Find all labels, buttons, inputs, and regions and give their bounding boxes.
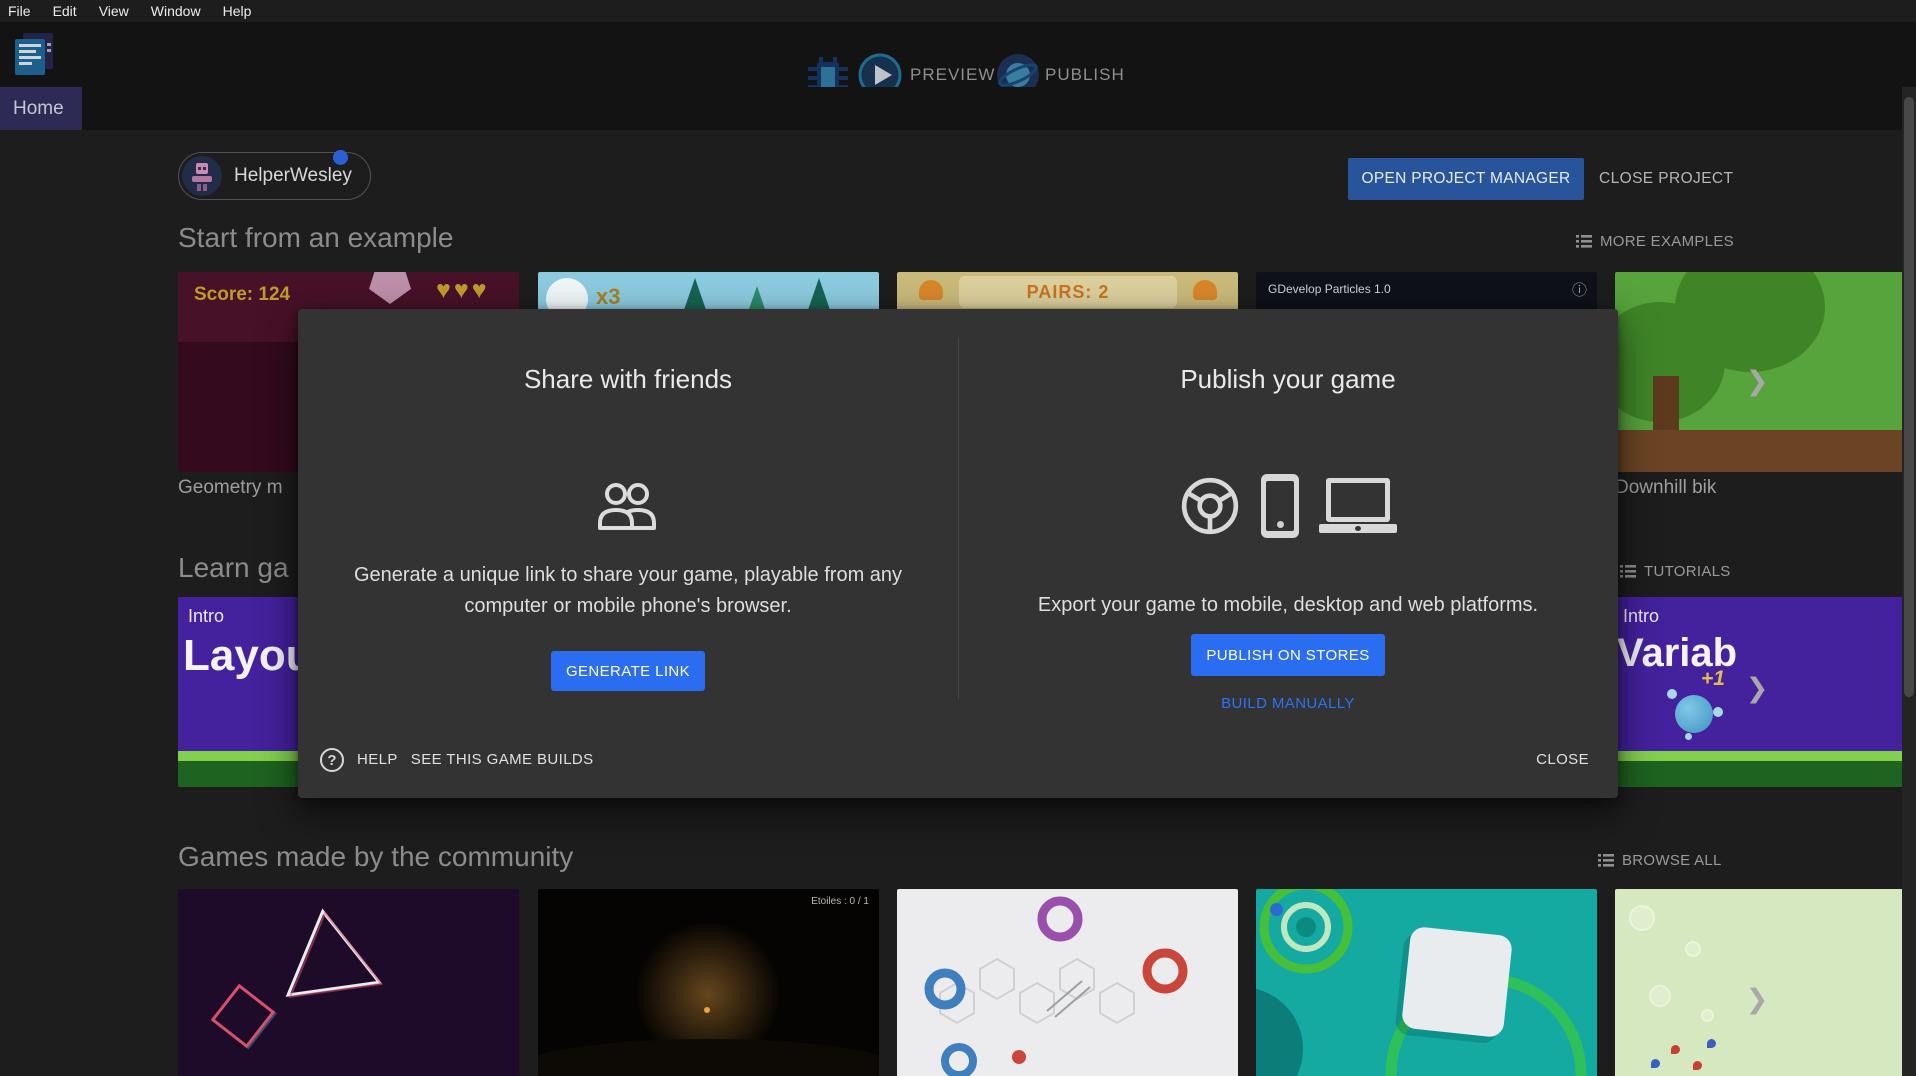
ground-shape (1615, 430, 1916, 472)
neon-shapes (178, 889, 519, 1076)
menu-file[interactable]: File (0, 3, 42, 19)
example-caption: Geometry m (178, 477, 296, 499)
scrollbar-thumb[interactable] (1904, 97, 1914, 697)
tab-home[interactable]: Home (0, 87, 82, 130)
username: HelperWesley (234, 165, 352, 187)
toolbar: PREVIEW PUBLISH (0, 22, 1916, 87)
particles-title: GDevelop Particles 1.0 (1268, 282, 1391, 296)
community-section-title: Games made by the community (178, 841, 573, 873)
hill-silhouette (538, 1039, 879, 1076)
examples-section-title: Start from an example (178, 222, 453, 254)
laptop-icon (1319, 476, 1397, 536)
white-square (1401, 926, 1513, 1038)
fish-sprite (1671, 1045, 1680, 1054)
generate-link-button[interactable]: GENERATE LINK (551, 651, 705, 691)
pentagon-shape (369, 272, 411, 304)
avatar (182, 156, 222, 196)
see-builds-button[interactable]: SEE THIS GAME BUILDS (411, 747, 594, 773)
fish-sprite (1693, 1061, 1702, 1070)
notification-dot (333, 150, 348, 165)
share-column: Share with friends Generate a unique lin… (298, 309, 958, 739)
list-icon (1598, 854, 1614, 867)
community-card-neon[interactable] (178, 889, 519, 1076)
project-manager-icon[interactable] (12, 31, 56, 79)
bubble-shape (1629, 905, 1655, 931)
plus-one-label: +1 (1701, 667, 1725, 691)
learn-section-title: Learn ga (178, 552, 289, 584)
menu-help[interactable]: Help (212, 3, 263, 19)
export-dialog: Share with friends Generate a unique lin… (298, 309, 1618, 798)
smartphone-icon (1261, 474, 1299, 538)
bubble-creature-sprite (1675, 695, 1713, 733)
grass-shape (1615, 751, 1916, 787)
blue-dot (1270, 903, 1283, 916)
tutorial-tag: Intro (188, 606, 224, 627)
menu-bar: File Edit View Window Help (0, 0, 1916, 22)
coin-counter: x3 (596, 284, 620, 310)
more-examples-button[interactable]: MORE EXAMPLES (1576, 233, 1734, 250)
chevron-right-icon[interactable]: ❯ (1742, 984, 1772, 1014)
dialog-footer: ? HELP SEE THIS GAME BUILDS CLOSE (298, 747, 1618, 781)
bubble-shape (1685, 941, 1701, 957)
share-title: Share with friends (298, 364, 958, 395)
publish-column: Publish your game (958, 309, 1618, 739)
scrollbar-track[interactable] (1902, 87, 1916, 1076)
tutorial-tag: Intro (1623, 606, 1659, 627)
publish-title: Publish your game (958, 364, 1618, 395)
chevron-right-icon[interactable]: ❯ (1742, 673, 1772, 703)
gdevelop-window: File Edit View Window Help (0, 0, 1916, 1076)
tab-bar: Home (0, 87, 1916, 130)
hexagon-rings (897, 889, 1238, 1076)
campfire-sprite (704, 1007, 710, 1013)
help-icon[interactable]: ? (320, 748, 344, 772)
list-icon (1576, 235, 1592, 248)
build-manually-link[interactable]: BUILD MANUALLY (958, 695, 1618, 712)
menu-window[interactable]: Window (140, 3, 212, 19)
heart-icons: ♥♥♥ (436, 276, 490, 305)
community-card-fish[interactable] (1615, 889, 1916, 1076)
bubble-shape (1713, 707, 1723, 717)
tutorial-word: Layou (183, 631, 313, 681)
pairs-banner: PAIRS: 2 (959, 276, 1177, 308)
close-dialog-button[interactable]: CLOSE (1536, 747, 1589, 773)
close-project-button[interactable]: CLOSE PROJECT (1599, 158, 1733, 200)
bubble-shape (1649, 985, 1671, 1007)
community-card-campfire[interactable]: Etoiles : 0 / 1 (538, 889, 879, 1076)
fish-sprite (1651, 1059, 1660, 1068)
bubble-shape (1685, 733, 1692, 740)
bubble-shape (1667, 689, 1677, 699)
menu-view[interactable]: View (88, 3, 140, 19)
list-icon (1620, 565, 1636, 578)
chevron-right-icon[interactable]: ❯ (1742, 366, 1772, 396)
score-label: Score: 124 (194, 284, 290, 306)
help-button[interactable]: HELP (357, 747, 398, 773)
stars-hud-label: Etoiles : 0 / 1 (811, 896, 869, 907)
more-examples-label: MORE EXAMPLES (1600, 233, 1734, 250)
bubble-shape (1701, 1009, 1714, 1022)
share-description: Generate a unique link to share your gam… (298, 560, 958, 622)
mushroom-sprite (919, 280, 943, 300)
publish-description: Export your game to mobile, desktop and … (958, 594, 1618, 617)
share-description-line2: computer or mobile phone's browser. (298, 591, 958, 622)
mushroom-sprite (1193, 280, 1217, 300)
open-project-manager-button[interactable]: OPEN PROJECT MANAGER (1348, 158, 1584, 200)
menu-edit[interactable]: Edit (42, 3, 88, 19)
people-icon (593, 479, 663, 533)
example-caption: Downhill bik (1615, 477, 1729, 499)
community-card-hexagons[interactable] (897, 889, 1238, 1076)
browse-all-label: BROWSE ALL (1622, 852, 1722, 869)
tutorials-button[interactable]: TUTORIALS (1620, 563, 1731, 580)
info-icon[interactable]: ⓘ (1572, 279, 1587, 300)
publish-on-stores-button[interactable]: PUBLISH ON STORES (1191, 634, 1385, 676)
chrome-icon (1179, 475, 1241, 537)
tutorials-label: TUTORIALS (1644, 563, 1731, 580)
browse-all-button[interactable]: BROWSE ALL (1598, 852, 1722, 869)
fish-sprite (1707, 1039, 1716, 1048)
community-card-rings[interactable] (1256, 889, 1597, 1076)
share-description-line1: Generate a unique link to share your gam… (298, 560, 958, 591)
